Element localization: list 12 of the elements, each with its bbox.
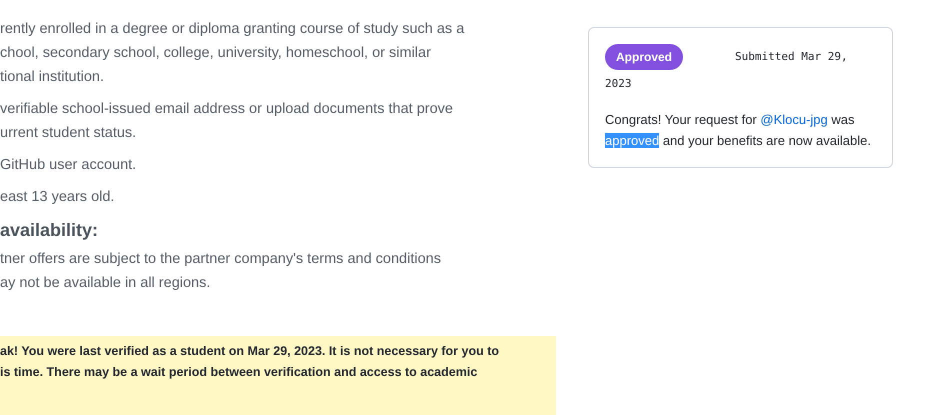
submitted-date: Submitted Mar 29,	[735, 49, 848, 65]
requirement-text: verifiable school-issued email address or upload documents that prove urrent student status.	[0, 100, 454, 143]
submitted-year: 2023	[605, 76, 632, 92]
section-heading: availability:	[0, 219, 100, 242]
requirement-text: east 13 years old.	[0, 188, 116, 207]
status-label: Approved	[605, 44, 684, 70]
availability-text: tner offers are subject to the partner company's terms and conditions ay not be available in all regions.	[0, 250, 442, 293]
notice-text: ak! You were last verified as a student on Mar 29, 2023. It is not necessary for you to is time. There may be a wait period between verification and access to academic	[0, 343, 500, 381]
requirement-text: GitHub user account.	[0, 156, 138, 175]
approval-message: Congrats! Your request for @Klocu-jpg was approved and your benefits are now available.	[605, 110, 872, 150]
requirement-text: rently enrolled in a degree or diploma granting course of study such as a chool, secondary school, college, university, homeschool, or similar tional institution.	[0, 20, 466, 87]
user-link[interactable]: @Klocu-jpg	[760, 112, 828, 126]
